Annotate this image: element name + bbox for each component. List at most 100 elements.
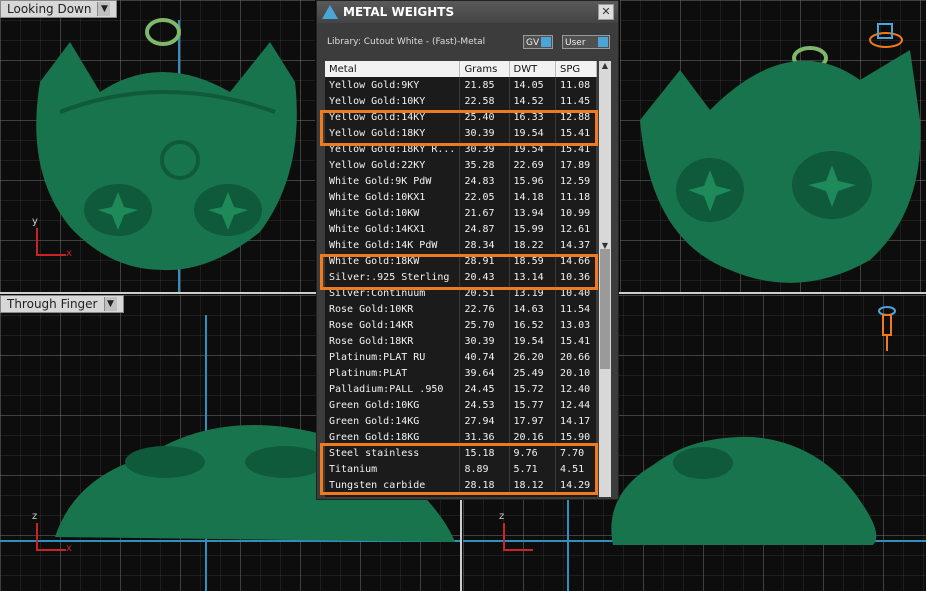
table-cell: 7.70: [555, 445, 597, 461]
table-row[interactable]: Platinum:PLAT 39.64 25.49 20.10: [325, 365, 597, 381]
metal-weights-panel[interactable]: METAL WEIGHTS ✕ Library: Cutout White - …: [316, 0, 619, 500]
table-cell: 20.66: [555, 349, 597, 365]
table-cell: 30.39: [459, 333, 510, 349]
table-cell: 15.41: [555, 141, 597, 157]
gv-toggle[interactable]: GV: [523, 35, 553, 49]
table-cell: 28.18: [459, 477, 510, 493]
table-row[interactable]: Silver:.925 Sterling 20.43 13.14 10.36: [325, 269, 597, 285]
scrollbar-thumb[interactable]: [600, 249, 610, 369]
table-cell: 14.66: [555, 253, 597, 269]
table-row[interactable]: White Gold:14KX1 24.87 15.99 12.61: [325, 221, 597, 237]
table-cell: 10.36: [555, 269, 597, 285]
table-row[interactable]: Palladium:PALL .950 24.45 15.72 12.40: [325, 381, 597, 397]
table-cell: Platinum:PLAT: [325, 365, 461, 381]
table-cell: White Gold:18KW: [325, 253, 461, 269]
table-row[interactable]: Rose Gold:14KR 25.70 16.52 13.03: [325, 317, 597, 333]
user-toggle[interactable]: User: [562, 35, 610, 49]
table-cell: 21.67: [459, 205, 510, 221]
table-cell: 24.87: [459, 221, 510, 237]
table-cell: Platinum:PLAT RU: [325, 349, 461, 365]
camera-gizmo-icon[interactable]: [873, 303, 903, 353]
viewport-top-right[interactable]: [620, 0, 926, 292]
viewport-label[interactable]: Through Finger ▼: [0, 295, 124, 313]
table-cell: 19.54: [509, 333, 557, 349]
table-cell: 25.49: [509, 365, 557, 381]
table-cell: 28.91: [459, 253, 510, 269]
table-cell: 30.39: [459, 141, 510, 157]
toggle-indicator: [598, 37, 608, 47]
table-scrollbar[interactable]: ▲ ▼: [599, 61, 611, 497]
metal-table[interactable]: Metal Grams DWT SPG Yellow Gold:9KY 21.85 14.…: [325, 61, 597, 497]
table-cell: 10.99: [555, 205, 597, 221]
table-row[interactable]: Yellow Gold:22KY 35.28 22.69 17.89: [325, 157, 597, 173]
table-cell: 31.36: [459, 429, 510, 445]
table-row[interactable]: Platinum:PLAT RU 40.74 26.20 20.66: [325, 349, 597, 365]
table-row[interactable]: Yellow Gold:18KY 30.39 19.54 15.41: [325, 125, 597, 141]
table-row[interactable]: White Gold:9K PdW 24.83 15.96 12.59: [325, 173, 597, 189]
table-row[interactable]: White Gold:10KX1 22.05 14.18 11.18: [325, 189, 597, 205]
table-cell: 14.05: [509, 77, 557, 93]
table-cell: Yellow Gold:10KY: [325, 93, 461, 109]
table-row[interactable]: Yellow Gold:18KY R... 30.39 19.54 15.41: [325, 141, 597, 157]
toggle-indicator: [541, 37, 551, 47]
scroll-up-icon[interactable]: ▲: [599, 61, 611, 73]
table-cell: 14.52: [509, 93, 557, 109]
table-row[interactable]: Titanium 8.89 5.71 4.51: [325, 461, 597, 477]
table-row[interactable]: Tungsten carbide 28.18 18.12 14.29: [325, 477, 597, 493]
column-header[interactable]: Metal: [325, 61, 461, 77]
table-cell: 40.74: [459, 349, 510, 365]
table-row[interactable]: Yellow Gold:9KY 21.85 14.05 11.08: [325, 77, 597, 93]
table-cell: 15.99: [509, 221, 557, 237]
table-cell: 25.70: [459, 317, 510, 333]
axis-gizmo: y x: [32, 216, 72, 259]
table-cell: Rose Gold:10KR: [325, 301, 461, 317]
table-cell: 28.34: [459, 237, 510, 253]
table-row[interactable]: Yellow Gold:10KY 22.58 14.52 11.45: [325, 93, 597, 109]
panel-title: METAL WEIGHTS: [343, 5, 455, 19]
chevron-down-icon[interactable]: ▼: [103, 297, 117, 311]
table-cell: Titanium: [325, 461, 461, 477]
table-cell: 20.43: [459, 269, 510, 285]
table-cell: White Gold:9K PdW: [325, 173, 461, 189]
column-header[interactable]: DWT: [509, 61, 557, 77]
table-cell: 14.18: [509, 189, 557, 205]
table-cell: 14.63: [509, 301, 557, 317]
table-row[interactable]: White Gold:10KW 21.67 13.94 10.99: [325, 205, 597, 221]
table-row[interactable]: White Gold:18KW 28.91 18.59 14.66: [325, 253, 597, 269]
axis-gizmo: z x: [32, 511, 72, 554]
table-cell: 35.28: [459, 157, 510, 173]
viewport-top-left[interactable]: Looking Down ▼ y x: [0, 0, 315, 292]
panel-titlebar[interactable]: METAL WEIGHTS ✕: [317, 1, 618, 23]
table-cell: 17.89: [555, 157, 597, 173]
table-cell: 4.51: [555, 461, 597, 477]
table-cell: 11.18: [555, 189, 597, 205]
table-cell: 12.88: [555, 109, 597, 125]
table-row[interactable]: Silver:Continuum 20.51 13.19 10.40: [325, 285, 597, 301]
column-header[interactable]: Grams: [459, 61, 510, 77]
table-cell: 12.44: [555, 397, 597, 413]
table-cell: 26.20: [509, 349, 557, 365]
table-row[interactable]: Rose Gold:10KR 22.76 14.63 11.54: [325, 301, 597, 317]
table-cell: 21.85: [459, 77, 510, 93]
table-row[interactable]: Green Gold:18KG 31.36 20.16 15.90: [325, 429, 597, 445]
table-row[interactable]: Green Gold:14KG 27.94 17.97 14.17: [325, 413, 597, 429]
table-cell: 20.16: [509, 429, 557, 445]
table-cell: Palladium:PALL .950: [325, 381, 461, 397]
table-cell: 19.54: [509, 125, 557, 141]
table-row[interactable]: Yellow Gold:14KY 25.40 16.33 12.88: [325, 109, 597, 125]
view-cube-icon[interactable]: [866, 18, 906, 54]
table-cell: Steel stainless: [325, 445, 461, 461]
table-row[interactable]: Green Gold:10KG 24.53 15.77 12.44: [325, 397, 597, 413]
table-cell: 27.94: [459, 413, 510, 429]
table-cell: 22.76: [459, 301, 510, 317]
close-icon[interactable]: ✕: [598, 4, 614, 20]
table-row[interactable]: Rose Gold:18KR 30.39 19.54 15.41: [325, 333, 597, 349]
table-cell: Green Gold:18KG: [325, 429, 461, 445]
table-cell: 15.90: [555, 429, 597, 445]
table-cell: 13.03: [555, 317, 597, 333]
table-row[interactable]: Steel stainless 15.18 9.76 7.70: [325, 445, 597, 461]
table-cell: Rose Gold:14KR: [325, 317, 461, 333]
table-row[interactable]: White Gold:14K PdW 28.34 18.22 14.37: [325, 237, 597, 253]
column-header[interactable]: SPG: [555, 61, 597, 77]
table-cell: 18.12: [509, 477, 557, 493]
